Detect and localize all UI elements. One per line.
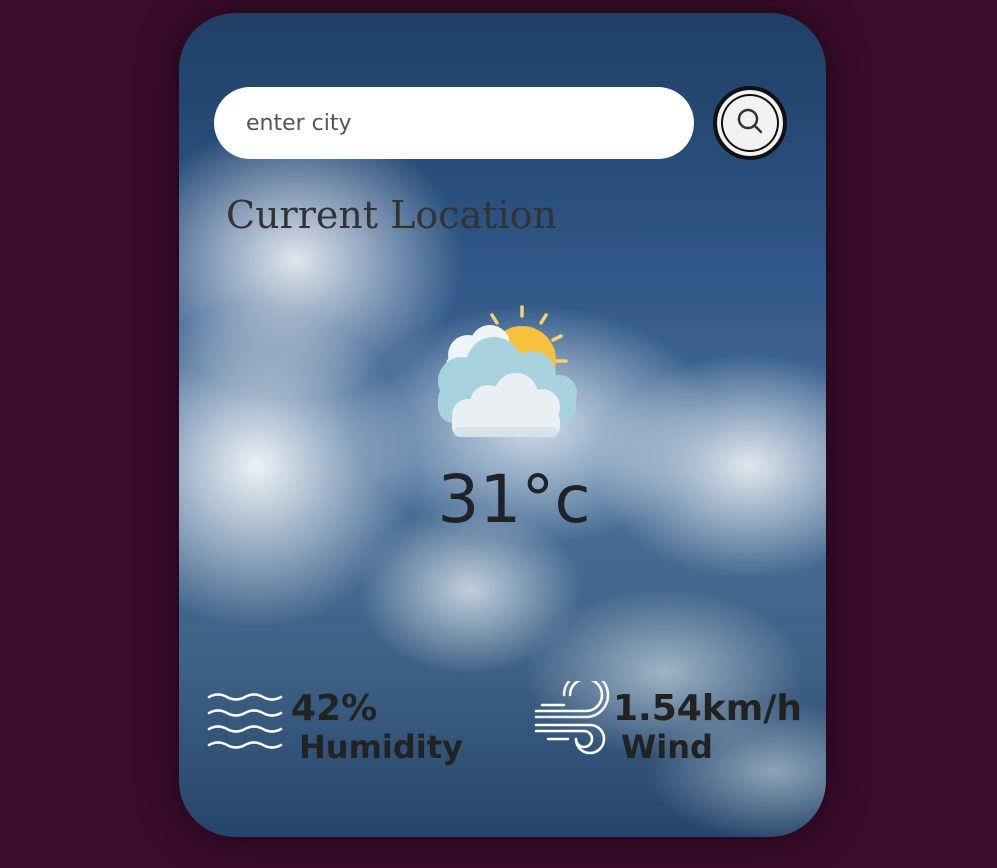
location-title: Current Location xyxy=(226,193,558,237)
search-button[interactable] xyxy=(713,86,787,160)
wind-label: Wind xyxy=(621,728,713,766)
humidity-value: 42% xyxy=(291,688,378,729)
search-bar xyxy=(214,87,694,159)
partly-cloudy-icon xyxy=(424,303,584,443)
wind-value: 1.54km/h xyxy=(613,688,803,729)
search-input[interactable] xyxy=(244,109,664,137)
search-icon xyxy=(735,106,765,140)
humidity-stat: 42% Humidity xyxy=(291,688,463,766)
wind-stat: 1.54km/h Wind xyxy=(613,688,803,766)
humidity-icon xyxy=(207,691,283,753)
weather-card: Current Location xyxy=(179,13,826,837)
humidity-label: Humidity xyxy=(299,728,463,766)
wind-icon xyxy=(534,671,612,759)
temperature: 31°c xyxy=(437,461,591,538)
